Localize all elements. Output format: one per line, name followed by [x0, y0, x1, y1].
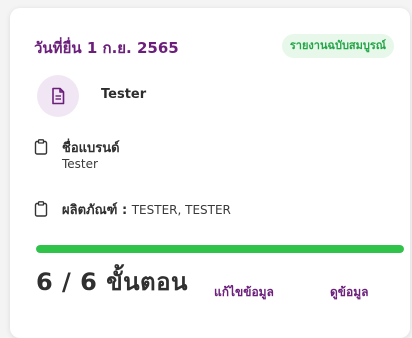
brand-value: Tester: [62, 157, 98, 171]
steps-counter: 6 / 6 ขั้นตอน: [36, 268, 188, 296]
card-header: วันที่ยื่น 1 ก.ย. 2565 รายงานฉบับสมบูรณ์: [34, 34, 394, 60]
edit-data-link[interactable]: แก้ไขข้อมูล: [214, 283, 274, 302]
progress-bar: [36, 245, 404, 253]
submission-date-title: วันที่ยื่น 1 ก.ย. 2565: [34, 39, 179, 57]
brand-label: ชื่อแบรนด์: [62, 141, 120, 156]
product-row: ผลิตภัณฑ์ : TESTER, TESTER: [34, 199, 394, 219]
avatar: [37, 75, 79, 117]
user-name: Tester: [101, 87, 147, 102]
product-label: ผลิตภัณฑ์ : TESTER, TESTER: [62, 199, 231, 220]
submission-card: วันที่ยื่น 1 ก.ย. 2565 รายงานฉบับสมบูรณ์…: [10, 8, 410, 338]
clipboard-icon: [34, 201, 48, 217]
brand-row: ชื่อแบรนด์ Tester: [34, 137, 394, 177]
clipboard-icon: [34, 139, 48, 155]
document-icon: [52, 87, 65, 105]
view-data-link[interactable]: ดูข้อมูล: [330, 283, 368, 302]
progress-fill: [36, 245, 404, 253]
product-label-text: ผลิตภัณฑ์ :: [62, 203, 128, 218]
product-value: TESTER, TESTER: [131, 203, 231, 217]
status-badge: รายงานฉบับสมบูรณ์: [281, 34, 394, 58]
